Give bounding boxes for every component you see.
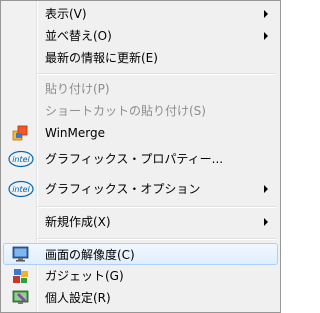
menu-item-label: 画面の解像度(C) — [45, 248, 135, 262]
svg-text:intel: intel — [12, 185, 30, 194]
menu-item-graphics-options[interactable]: intel グラフィックス・オプション — [3, 176, 278, 202]
menu-item-label: グラフィックス・オプション — [45, 182, 201, 196]
menu-item-gadgets[interactable]: ガジェット(G) — [3, 265, 278, 287]
display-icon — [11, 246, 31, 262]
menu-item-label: ガジェット(G) — [45, 269, 124, 283]
submenu-arrow-icon — [264, 10, 268, 18]
menu-item-new[interactable]: 新規作成(X) — [3, 211, 278, 233]
svg-text:intel: intel — [12, 155, 30, 164]
menu-item-label: グラフィックス・プロパティー... — [45, 152, 224, 166]
submenu-arrow-icon — [264, 185, 268, 193]
menu-item-graphics-properties[interactable]: intel グラフィックス・プロパティー... — [3, 146, 278, 172]
menu-separator — [37, 238, 276, 240]
menu-item-screen-resolution[interactable]: 画面の解像度(C) — [3, 243, 278, 265]
personalize-icon — [11, 290, 31, 306]
menu-separator — [37, 73, 276, 75]
menu-item-paste[interactable]: 貼り付け(P) — [3, 78, 278, 100]
menu-item-label: ショートカットの貼り付け(S) — [45, 104, 206, 118]
menu-item-label: 個人設定(R) — [45, 291, 111, 305]
desktop-context-menu: 表示(V) 並べ替え(O) 最新の情報に更新(E) 貼り付け(P) ショートカッ… — [0, 0, 281, 313]
submenu-arrow-icon — [264, 218, 268, 226]
intel-icon: intel — [8, 150, 34, 168]
winmerge-icon — [11, 125, 31, 141]
menu-item-label: 並べ替え(O) — [45, 29, 112, 43]
submenu-arrow-icon — [264, 32, 268, 40]
menu-item-label: 表示(V) — [45, 7, 87, 21]
intel-icon: intel — [8, 180, 34, 198]
menu-item-label: WinMerge — [45, 126, 105, 140]
menu-item-winmerge[interactable]: WinMerge — [3, 122, 278, 144]
menu-item-label: 新規作成(X) — [45, 215, 111, 229]
menu-item-sort-by[interactable]: 並べ替え(O) — [3, 25, 278, 47]
menu-item-refresh[interactable]: 最新の情報に更新(E) — [3, 47, 278, 69]
menu-item-label: 貼り付け(P) — [45, 82, 110, 96]
menu-item-label: 最新の情報に更新(E) — [45, 51, 158, 65]
menu-item-paste-shortcut[interactable]: ショートカットの貼り付け(S) — [3, 100, 278, 122]
menu-item-personalize[interactable]: 個人設定(R) — [3, 287, 278, 309]
gadget-icon — [11, 268, 31, 284]
menu-separator — [37, 206, 276, 208]
menu-item-view[interactable]: 表示(V) — [3, 3, 278, 25]
